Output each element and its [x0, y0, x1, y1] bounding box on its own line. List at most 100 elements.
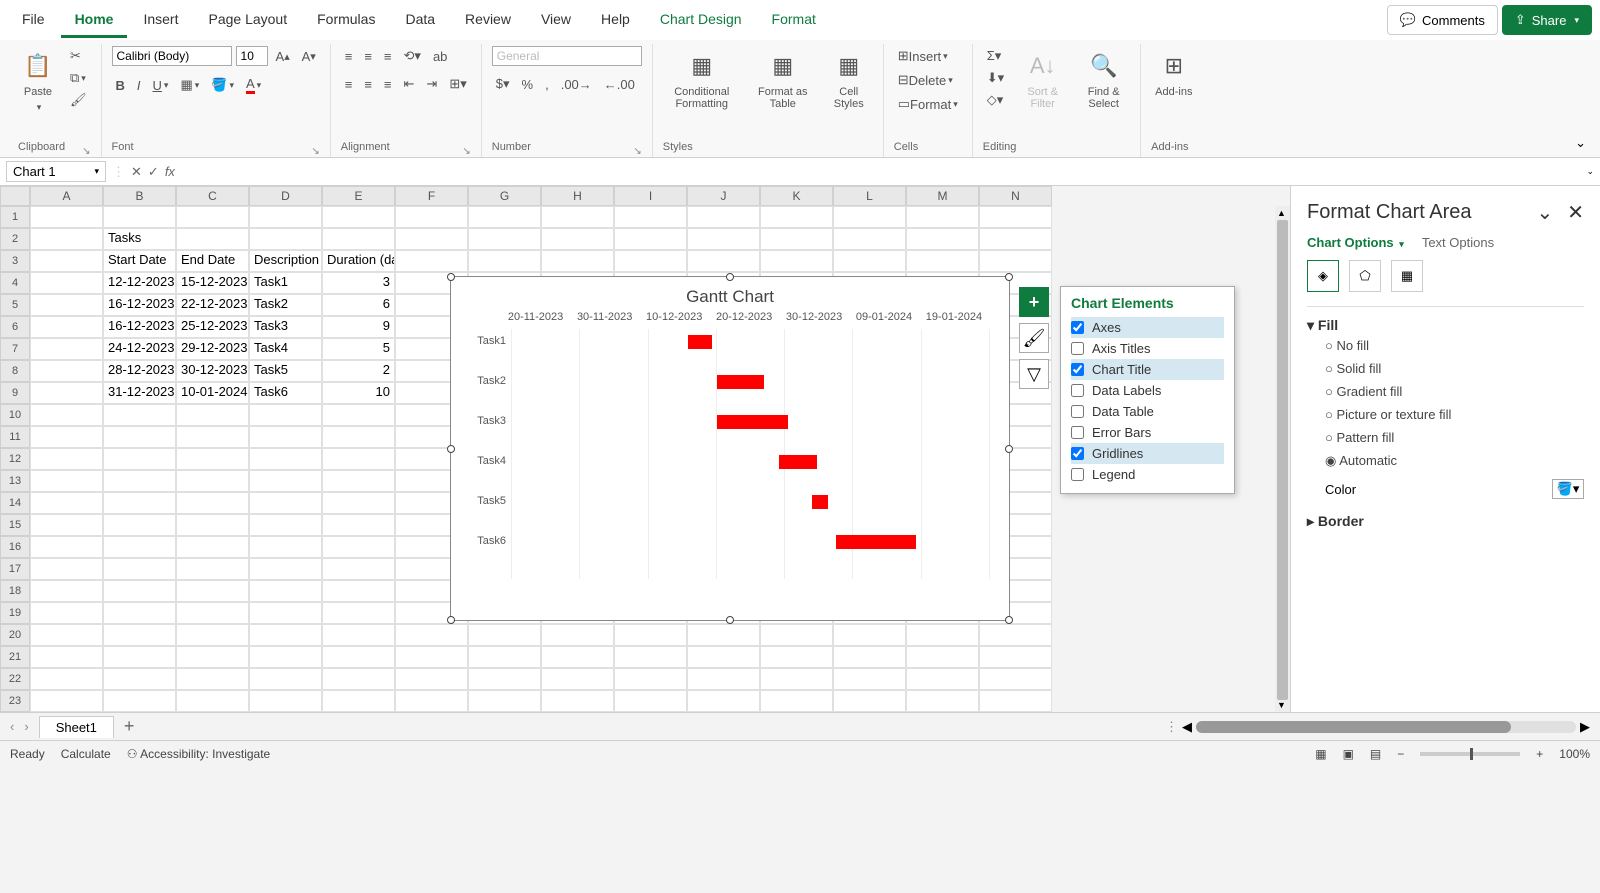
cell-D4[interactable]: Task1	[249, 272, 322, 294]
align-middle-button[interactable]: ≡	[360, 47, 376, 66]
row-header-2[interactable]: 2	[0, 228, 30, 250]
name-box[interactable]: Chart 1▾	[6, 161, 106, 182]
col-header-A[interactable]: A	[30, 186, 103, 206]
horizontal-scrollbar[interactable]	[1196, 721, 1576, 733]
cell-C7[interactable]: 29-12-2023	[176, 338, 249, 360]
find-select-button[interactable]: 🔍Find & Select	[1077, 46, 1130, 114]
format-as-table-button[interactable]: ▦Format as Table	[749, 46, 817, 114]
cell-D20[interactable]	[249, 624, 322, 646]
checkbox[interactable]	[1071, 405, 1084, 418]
collapse-ribbon-button[interactable]: ⌄	[1569, 129, 1592, 157]
cell-C5[interactable]: 22-12-2023	[176, 294, 249, 316]
tab-format[interactable]: Format	[758, 3, 830, 38]
col-header-L[interactable]: L	[833, 186, 906, 206]
row-header-15[interactable]: 15	[0, 514, 30, 536]
cell-L3[interactable]	[833, 250, 906, 272]
cell-F21[interactable]	[395, 646, 468, 668]
decrease-font-button[interactable]: A▾	[298, 47, 320, 66]
col-header-D[interactable]: D	[249, 186, 322, 206]
align-left-button[interactable]: ≡	[341, 75, 357, 94]
cell-K2[interactable]	[760, 228, 833, 250]
col-header-I[interactable]: I	[614, 186, 687, 206]
cell-G20[interactable]	[468, 624, 541, 646]
checkbox[interactable]	[1071, 342, 1084, 355]
cell-styles-button[interactable]: ▦Cell Styles	[825, 46, 873, 114]
cell-D5[interactable]: Task2	[249, 294, 322, 316]
cell-C15[interactable]	[176, 514, 249, 536]
cell-E6[interactable]: 9	[322, 316, 395, 338]
cell-N22[interactable]	[979, 668, 1052, 690]
cell-C12[interactable]	[176, 448, 249, 470]
cell-J3[interactable]	[687, 250, 760, 272]
cell-F2[interactable]	[395, 228, 468, 250]
cell-B11[interactable]	[103, 426, 176, 448]
checkbox[interactable]	[1071, 363, 1084, 376]
col-header-G[interactable]: G	[468, 186, 541, 206]
checkbox[interactable]	[1071, 468, 1084, 481]
cell-I20[interactable]	[614, 624, 687, 646]
cell-E17[interactable]	[322, 558, 395, 580]
fill-color-button[interactable]: 🪣▾	[207, 75, 238, 95]
cell-E23[interactable]	[322, 690, 395, 712]
cell-K21[interactable]	[760, 646, 833, 668]
cell-J20[interactable]	[687, 624, 760, 646]
col-header-J[interactable]: J	[687, 186, 760, 206]
paste-button[interactable]: 📋 Paste ▾	[18, 46, 58, 117]
row-header-17[interactable]: 17	[0, 558, 30, 580]
cell-J21[interactable]	[687, 646, 760, 668]
row-header-10[interactable]: 10	[0, 404, 30, 426]
chart-bar[interactable]	[717, 375, 765, 389]
checkbox[interactable]	[1071, 321, 1084, 334]
cell-L1[interactable]	[833, 206, 906, 228]
tab-help[interactable]: Help	[587, 3, 644, 38]
cell-D8[interactable]: Task5	[249, 360, 322, 382]
chart-styles-button[interactable]: 🖌	[1019, 323, 1049, 353]
align-bottom-button[interactable]: ≡	[380, 47, 396, 66]
chart-bar[interactable]	[812, 495, 828, 509]
row-header-1[interactable]: 1	[0, 206, 30, 228]
cell-D3[interactable]: Description	[249, 250, 322, 272]
cell-A20[interactable]	[30, 624, 103, 646]
chart-bar[interactable]	[779, 455, 817, 469]
checkbox[interactable]	[1071, 384, 1084, 397]
row-header-6[interactable]: 6	[0, 316, 30, 338]
increase-decimal-button[interactable]: .00→	[557, 75, 596, 94]
cell-F3[interactable]	[395, 250, 468, 272]
cell-C13[interactable]	[176, 470, 249, 492]
cell-N23[interactable]	[979, 690, 1052, 712]
chart-element-option[interactable]: Axis Titles	[1071, 338, 1224, 359]
row-header-3[interactable]: 3	[0, 250, 30, 272]
cell-C20[interactable]	[176, 624, 249, 646]
cell-J22[interactable]	[687, 668, 760, 690]
insert-cells-button[interactable]: ⊞ Insert ▾	[894, 46, 952, 66]
tab-view[interactable]: View	[527, 3, 585, 38]
no-fill-option[interactable]: ○ No fill	[1307, 334, 1584, 357]
cell-B8[interactable]: 28-12-2023	[103, 360, 176, 382]
comma-button[interactable]: ,	[541, 75, 553, 94]
cell-D19[interactable]	[249, 602, 322, 624]
cell-C9[interactable]: 10-01-2024	[176, 382, 249, 404]
decrease-decimal-button[interactable]: ←.00	[600, 75, 639, 94]
cell-B23[interactable]	[103, 690, 176, 712]
cell-H2[interactable]	[541, 228, 614, 250]
cell-A7[interactable]	[30, 338, 103, 360]
wrap-text-button[interactable]: ab	[429, 47, 451, 66]
effects-tab[interactable]: ⬠	[1349, 260, 1381, 292]
cell-E1[interactable]	[322, 206, 395, 228]
cell-A21[interactable]	[30, 646, 103, 668]
number-format-select[interactable]	[492, 46, 642, 66]
cell-F1[interactable]	[395, 206, 468, 228]
cell-E2[interactable]	[322, 228, 395, 250]
normal-view-button[interactable]: ▦	[1315, 747, 1326, 761]
expand-formula-button[interactable]: ⌄	[1586, 166, 1594, 177]
cell-D1[interactable]	[249, 206, 322, 228]
cell-C23[interactable]	[176, 690, 249, 712]
formula-input[interactable]	[181, 161, 1579, 183]
cell-L20[interactable]	[833, 624, 906, 646]
cell-H23[interactable]	[541, 690, 614, 712]
cell-K3[interactable]	[760, 250, 833, 272]
cell-E8[interactable]: 2	[322, 360, 395, 382]
cell-D14[interactable]	[249, 492, 322, 514]
chart-filters-button[interactable]: ▽	[1019, 359, 1049, 389]
text-options-tab[interactable]: Text Options	[1422, 235, 1494, 250]
